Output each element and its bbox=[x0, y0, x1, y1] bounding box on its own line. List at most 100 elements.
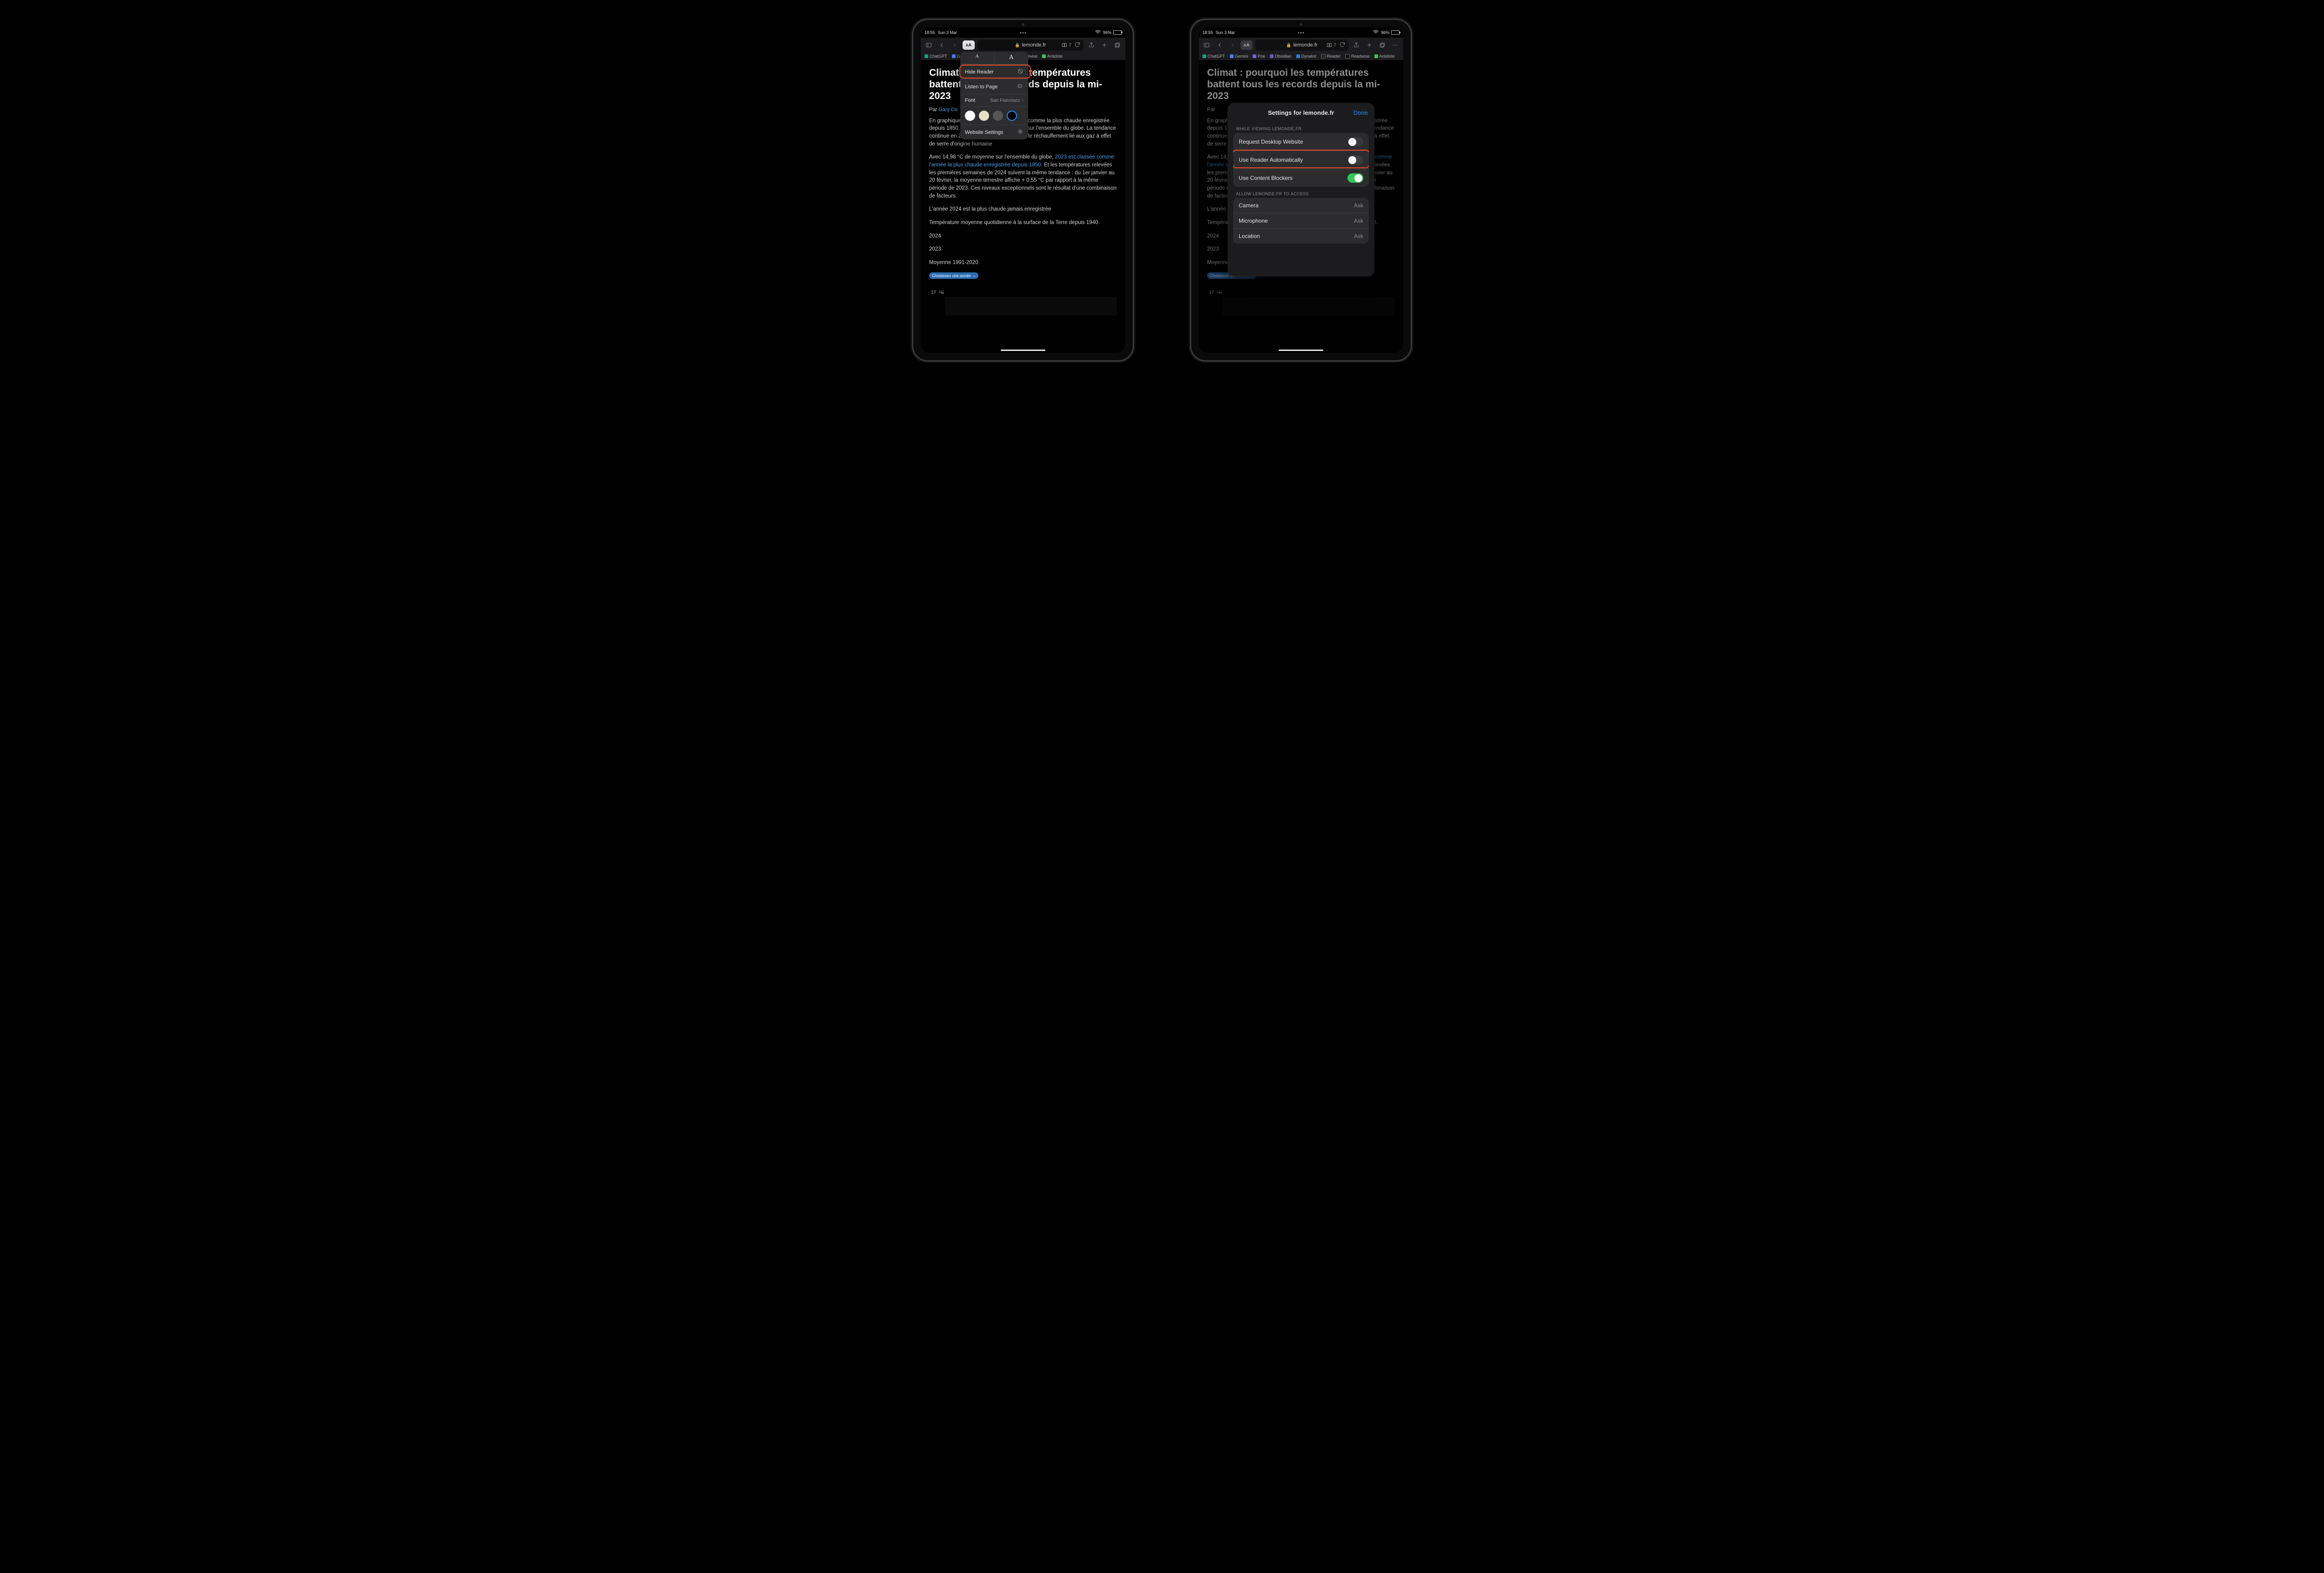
year-picker-pill[interactable]: Choisissez une année⌄ bbox=[929, 272, 978, 279]
done-button[interactable]: Done bbox=[1353, 109, 1368, 116]
aa-button[interactable]: AA bbox=[963, 40, 975, 50]
switch-use-reader-auto[interactable] bbox=[1347, 155, 1363, 165]
row-microphone[interactable]: Microphone Ask bbox=[1233, 213, 1369, 228]
hide-reader-row[interactable]: Hide Reader bbox=[960, 64, 1028, 79]
fav-poe[interactable]: Poe bbox=[1253, 54, 1265, 59]
para-4: Température moyenne quotidienne à la sur… bbox=[929, 219, 1117, 227]
new-tab-icon[interactable] bbox=[1099, 40, 1109, 50]
battery-icon bbox=[1391, 30, 1400, 35]
status-date: Sun 3 Mar bbox=[1216, 30, 1235, 35]
settings-group-access: Camera Ask Microphone Ask Location Ask bbox=[1233, 198, 1369, 244]
theme-gray[interactable] bbox=[993, 111, 1003, 121]
year-baseline: Moyenne 1991-2020 bbox=[929, 259, 1117, 267]
theme-white[interactable] bbox=[965, 111, 975, 121]
row-content-blockers[interactable]: Use Content Blockers bbox=[1233, 169, 1369, 187]
article-title: Climat : pourquoi les températures batte… bbox=[1207, 67, 1395, 102]
settings-group-viewing: Request Desktop Website Use Reader Autom… bbox=[1233, 133, 1369, 187]
theme-colors bbox=[960, 106, 1028, 125]
fav-dynalist[interactable]: Dynalist bbox=[1296, 54, 1316, 59]
website-settings-sheet: Settings for lemonde.fr Done WHILE VIEWI… bbox=[1228, 103, 1374, 277]
fav-reader[interactable]: Reader bbox=[1321, 54, 1341, 59]
year-2024: 2024 bbox=[929, 232, 1117, 240]
safari-toolbar: AA 🔒 lemonde.fr 7 bbox=[1199, 38, 1403, 53]
website-settings-row[interactable]: Website Settings bbox=[960, 125, 1028, 139]
screen-right: 18:55 Sun 3 Mar 96% bbox=[1199, 27, 1403, 353]
battery-pct: 96% bbox=[1381, 30, 1389, 35]
section-while-viewing: WHILE VIEWING LEMONDE.FR bbox=[1228, 122, 1374, 133]
reader-available-icon[interactable]: 7 bbox=[1061, 42, 1071, 48]
favorites-bar: ChatGPT Gemini Poe Obsidian Dynalist Rea… bbox=[1199, 53, 1403, 60]
status-date: Sun 3 Mar bbox=[938, 30, 957, 35]
url-host: lemonde.fr bbox=[1294, 42, 1318, 48]
multitask-dots[interactable] bbox=[1298, 32, 1304, 33]
reader-icon bbox=[1017, 68, 1023, 76]
para-2: Avec 14,98 °C de moyenne sur l'ensemble … bbox=[929, 153, 1117, 200]
home-indicator[interactable] bbox=[1279, 350, 1323, 351]
fav-obsidian[interactable]: Obsidian bbox=[1270, 54, 1292, 59]
font-row[interactable]: Font San Francisco› bbox=[960, 94, 1028, 106]
url-bar[interactable]: 🔒 lemonde.fr 7 bbox=[977, 40, 1083, 51]
safari-toolbar: AA 🔒 lemonde.fr 7 bbox=[921, 38, 1125, 53]
tabs-icon[interactable] bbox=[1377, 40, 1387, 50]
reload-icon[interactable] bbox=[1074, 41, 1081, 49]
row-use-reader-auto[interactable]: Use Reader Automatically bbox=[1233, 151, 1369, 169]
multitask-dots[interactable] bbox=[1020, 32, 1026, 33]
fav-chatgpt[interactable]: ChatGPT bbox=[1202, 54, 1225, 59]
more-icon[interactable]: ⋯ bbox=[1390, 40, 1400, 50]
fav-chatgpt[interactable]: ChatGPT bbox=[924, 54, 947, 59]
home-indicator[interactable] bbox=[1001, 350, 1045, 351]
fav-readwise[interactable]: Readwise bbox=[1345, 54, 1370, 59]
year-2023: 2023 bbox=[929, 245, 1117, 253]
front-camera bbox=[1300, 23, 1302, 26]
lock-icon: 🔒 bbox=[1015, 43, 1020, 48]
theme-sepia[interactable] bbox=[979, 111, 989, 121]
reader-available-icon[interactable]: 7 bbox=[1326, 42, 1336, 48]
sidebar-toggle-icon[interactable] bbox=[924, 40, 934, 50]
status-time: 18:55 bbox=[924, 30, 935, 35]
tabs-icon[interactable] bbox=[1112, 40, 1122, 50]
switch-content-blockers[interactable] bbox=[1347, 173, 1363, 183]
back-button[interactable] bbox=[1215, 40, 1225, 50]
reload-icon[interactable] bbox=[1339, 41, 1346, 49]
forward-button[interactable] bbox=[950, 40, 960, 50]
status-time: 18:55 bbox=[1202, 30, 1213, 35]
speaker-icon bbox=[1017, 83, 1023, 91]
url-bar[interactable]: 🔒 lemonde.fr 7 bbox=[1255, 40, 1348, 51]
fav-gemini[interactable]: Gemini bbox=[1230, 54, 1248, 59]
lock-icon: 🔒 bbox=[1286, 43, 1291, 48]
wifi-icon bbox=[1373, 29, 1379, 36]
screen-left: 18:55 Sun 3 Mar 96% bbox=[921, 27, 1125, 353]
new-tab-icon[interactable] bbox=[1364, 40, 1374, 50]
fav-antidote[interactable]: Antidote bbox=[1042, 54, 1063, 59]
back-button[interactable] bbox=[937, 40, 947, 50]
chart-placeholder bbox=[1207, 297, 1395, 316]
listen-row[interactable]: Listen to Page bbox=[960, 79, 1028, 94]
url-host: lemonde.fr bbox=[1022, 42, 1046, 48]
front-camera bbox=[1022, 23, 1024, 26]
wifi-icon bbox=[1095, 29, 1101, 36]
theme-black-selected[interactable] bbox=[1007, 111, 1017, 121]
fav-antidote[interactable]: Antidote bbox=[1374, 54, 1395, 59]
status-bar: 18:55 Sun 3 Mar 96% bbox=[921, 27, 1125, 38]
ipad-right: 18:55 Sun 3 Mar 96% bbox=[1190, 19, 1412, 362]
gear-icon bbox=[1017, 128, 1023, 136]
sidebar-toggle-icon[interactable] bbox=[1202, 40, 1212, 50]
author-link[interactable]: Gary Da bbox=[938, 107, 957, 112]
text-smaller-button[interactable]: A bbox=[960, 52, 995, 64]
switch-request-desktop[interactable] bbox=[1347, 137, 1363, 146]
share-icon[interactable] bbox=[1086, 40, 1096, 50]
text-larger-button[interactable]: A bbox=[995, 52, 1029, 64]
row-location[interactable]: Location Ask bbox=[1233, 228, 1369, 244]
forward-button[interactable] bbox=[1228, 40, 1238, 50]
share-icon[interactable] bbox=[1351, 40, 1361, 50]
status-bar: 18:55 Sun 3 Mar 96% bbox=[1199, 27, 1403, 38]
row-request-desktop[interactable]: Request Desktop Website bbox=[1233, 133, 1369, 151]
chart-y-axis-label: 17 °C bbox=[929, 290, 1117, 295]
tab-count-badge: 7 bbox=[1069, 43, 1071, 48]
chart-y-axis-label: 17 °C bbox=[1207, 290, 1395, 295]
chevron-right-icon: › bbox=[1022, 98, 1023, 103]
aa-button[interactable]: AA bbox=[1241, 40, 1253, 50]
ipad-left: 18:55 Sun 3 Mar 96% bbox=[912, 19, 1134, 362]
aa-popover: A A Hide Reader Listen to Page Font San … bbox=[960, 52, 1028, 139]
row-camera[interactable]: Camera Ask bbox=[1233, 198, 1369, 213]
